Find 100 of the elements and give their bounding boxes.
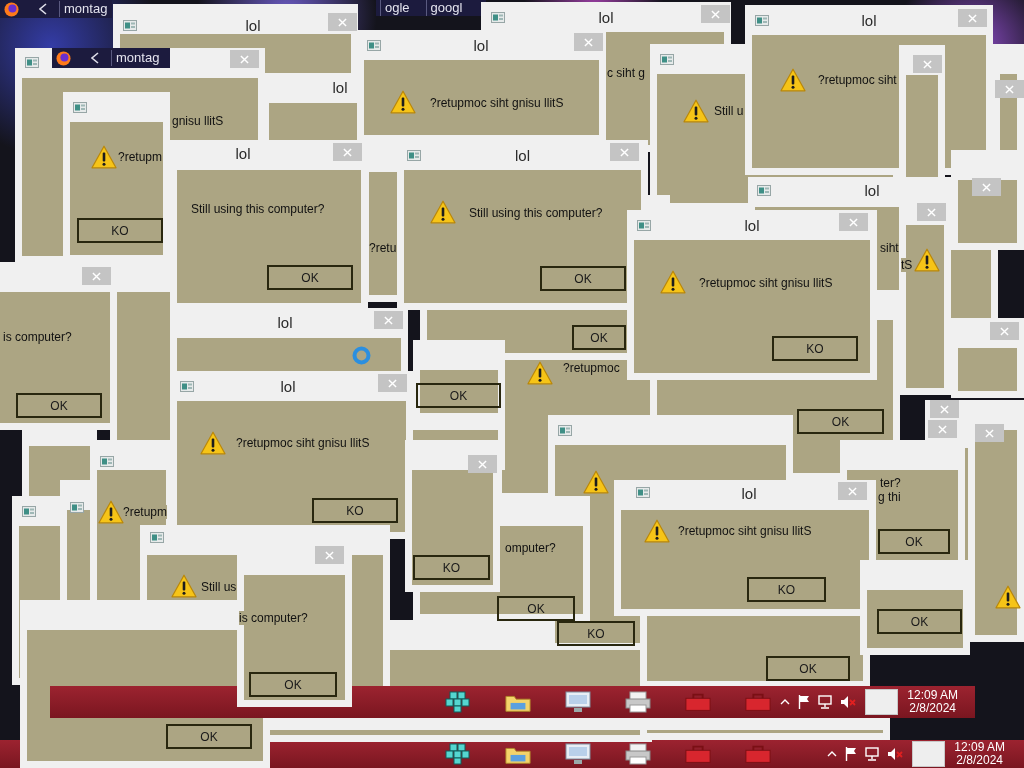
close-icon — [940, 404, 949, 414]
browser-tab[interactable]: ogle — [380, 0, 414, 16]
browser-tab[interactable]: montag — [59, 1, 112, 17]
message-text: ?retupm — [118, 150, 163, 164]
toolbox-icon[interactable] — [685, 691, 711, 713]
back-icon[interactable] — [39, 3, 47, 15]
dialog-button[interactable]: OK — [166, 724, 252, 749]
close-button[interactable] — [928, 420, 957, 438]
close-button[interactable] — [82, 267, 111, 285]
dialog-button[interactable]: OK — [416, 383, 501, 408]
flag-icon[interactable] — [798, 695, 811, 709]
browser-tab[interactable]: montag — [111, 50, 164, 66]
dialog-button[interactable]: OK — [572, 325, 626, 350]
tray-tile-button[interactable] — [912, 741, 946, 767]
message-text: Still using this computer? — [191, 202, 325, 216]
close-button[interactable] — [574, 33, 603, 51]
network-icon[interactable] — [865, 747, 880, 761]
close-button[interactable] — [378, 374, 407, 392]
close-icon — [620, 147, 629, 157]
close-icon — [982, 182, 991, 192]
message-text: tS — [901, 258, 913, 272]
dialog-button[interactable]: OK — [16, 393, 102, 418]
chevron-up-icon[interactable] — [827, 751, 838, 757]
window-title: lol — [864, 182, 880, 200]
close-icon — [325, 550, 334, 560]
close-button[interactable] — [333, 143, 362, 161]
close-button[interactable] — [930, 400, 959, 418]
dialog-button[interactable]: KO — [557, 621, 635, 646]
message-text: gnisu llitS — [172, 114, 224, 128]
flag-icon[interactable] — [845, 747, 858, 761]
browser-tab[interactable]: googl — [425, 0, 467, 16]
dialog-button[interactable]: OK — [878, 529, 950, 554]
close-button[interactable] — [972, 178, 1001, 196]
dialog-button[interactable]: OK — [877, 609, 962, 634]
close-button[interactable] — [975, 424, 1004, 442]
toolbox-icon[interactable] — [745, 743, 771, 765]
dialog-button[interactable]: OK — [249, 672, 337, 697]
close-button[interactable] — [839, 213, 868, 231]
message-text: ?retupmoc siht gnisu llitS — [236, 436, 370, 450]
close-button[interactable] — [990, 322, 1019, 340]
close-button[interactable] — [995, 80, 1024, 98]
network-icon[interactable] — [818, 695, 833, 709]
message-text: ?retupmoc siht gnisu llitS — [699, 276, 833, 290]
browser-logo-icon[interactable] — [4, 1, 19, 17]
speaker-muted-icon[interactable] — [887, 747, 904, 761]
clock-time: 12:09 AM — [954, 741, 1005, 754]
message-text: g thi — [878, 490, 901, 504]
clock-time: 12:09 AM — [907, 689, 958, 702]
close-icon — [927, 207, 936, 217]
speaker-muted-icon[interactable] — [840, 695, 857, 709]
dialog-button[interactable]: KO — [312, 498, 398, 523]
close-button[interactable] — [315, 546, 344, 564]
close-icon — [240, 54, 249, 64]
message-text: Still using this computer? — [469, 206, 603, 220]
dialog-button[interactable]: OK — [540, 266, 626, 291]
printer-icon[interactable] — [625, 743, 651, 765]
clock-date: 2/8/2024 — [956, 754, 1003, 767]
close-button[interactable] — [958, 9, 987, 27]
close-button[interactable] — [913, 55, 942, 73]
dialog-button[interactable]: OK — [267, 265, 353, 290]
close-button[interactable] — [230, 50, 259, 68]
busy-cursor-icon — [352, 346, 371, 365]
window-title: lol — [598, 9, 614, 27]
browser-logo-icon[interactable] — [56, 50, 71, 66]
message-text: ?retupmoc — [563, 361, 620, 375]
grid-icon[interactable] — [445, 691, 471, 713]
close-button[interactable] — [838, 482, 867, 500]
window-title: lol — [235, 145, 251, 163]
close-button[interactable] — [328, 13, 357, 31]
close-button[interactable] — [701, 5, 730, 23]
toolbox-icon[interactable] — [685, 743, 711, 765]
message-text: ?retupmoc siht gnisu llitS — [678, 524, 812, 538]
monitor-icon[interactable] — [565, 691, 591, 713]
close-button[interactable] — [468, 455, 497, 473]
dialog-button[interactable]: KO — [747, 577, 826, 602]
grid-icon[interactable] — [445, 743, 471, 765]
monitor-icon[interactable] — [565, 743, 591, 765]
dialog-button[interactable]: KO — [413, 555, 490, 580]
toolbox-icon[interactable] — [745, 691, 771, 713]
back-icon[interactable] — [91, 52, 99, 64]
dialog-button[interactable]: OK — [797, 409, 884, 434]
printer-icon[interactable] — [625, 691, 651, 713]
chevron-up-icon[interactable] — [780, 699, 791, 705]
dialog-button[interactable]: KO — [77, 218, 163, 243]
close-button[interactable] — [374, 311, 403, 329]
message-text: Still us — [201, 580, 237, 594]
close-icon — [985, 428, 994, 438]
close-button[interactable] — [917, 203, 946, 221]
tray-tile-button[interactable] — [865, 689, 899, 715]
close-button[interactable] — [610, 143, 639, 161]
close-icon — [1005, 84, 1014, 94]
dialog-button[interactable]: OK — [766, 656, 850, 681]
close-icon — [343, 147, 352, 157]
message-text: ?retupm — [123, 505, 168, 519]
clock-date: 2/8/2024 — [909, 702, 956, 715]
close-icon — [384, 315, 393, 325]
dialog-button[interactable]: KO — [772, 336, 858, 361]
close-icon — [388, 378, 397, 388]
message-text: omputer? — [505, 541, 556, 555]
dialog-button[interactable]: OK — [497, 596, 575, 621]
